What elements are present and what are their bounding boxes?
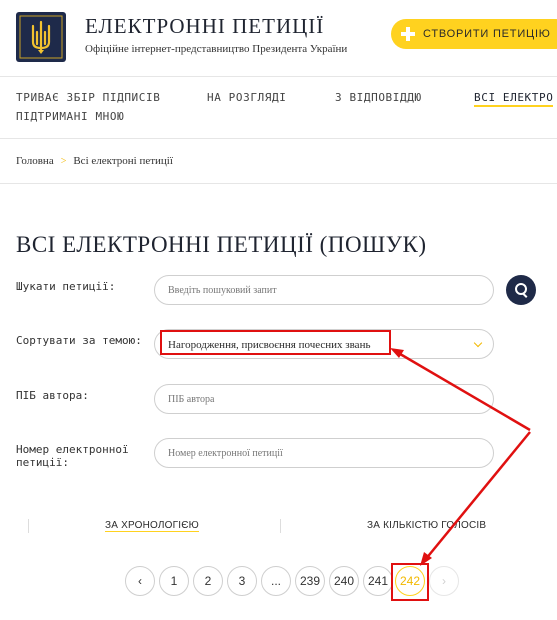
annotation-arrows (390, 348, 531, 566)
